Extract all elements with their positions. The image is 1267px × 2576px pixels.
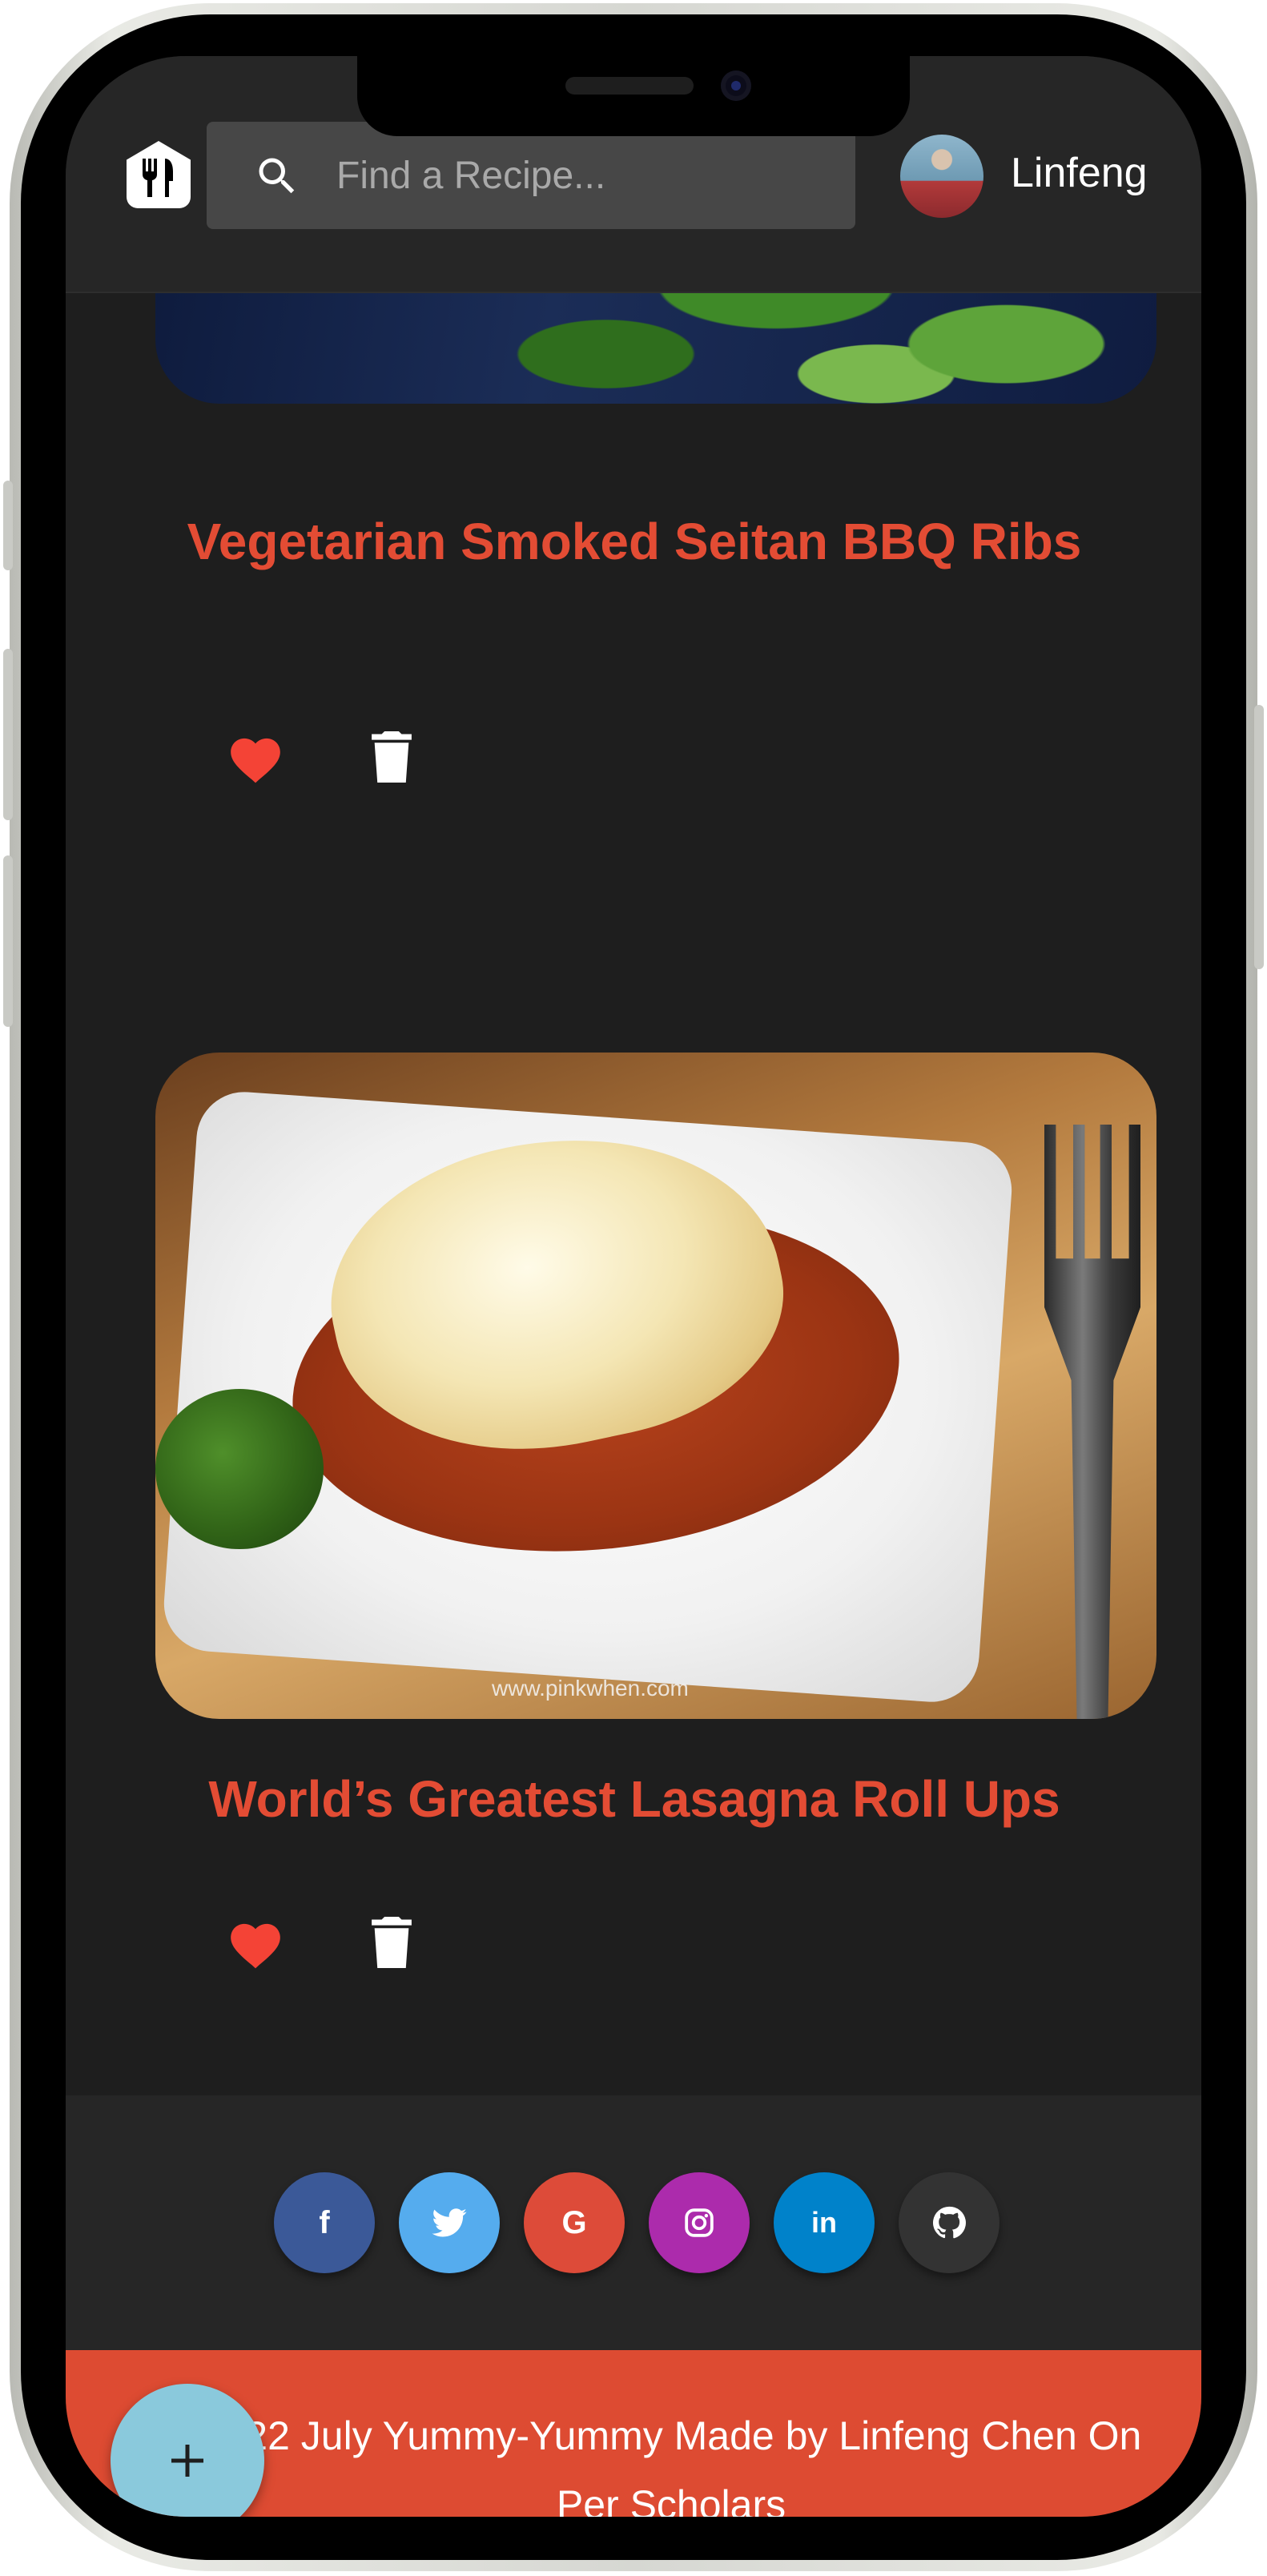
instagram-icon bbox=[685, 2208, 714, 2237]
linkedin-button[interactable]: in bbox=[774, 2172, 875, 2273]
google-button[interactable]: G bbox=[524, 2172, 625, 2273]
plus-icon bbox=[171, 2445, 203, 2477]
linkedin-icon: in bbox=[811, 2206, 837, 2239]
recipe-actions-1 bbox=[226, 731, 412, 783]
google-icon: G bbox=[561, 2204, 587, 2240]
footer-text: 2022 July Yummy-Yummy Made by Linfeng Ch… bbox=[200, 2413, 1142, 2517]
twitter-icon bbox=[432, 2208, 467, 2237]
heart-icon[interactable] bbox=[226, 731, 285, 783]
trash-icon[interactable] bbox=[372, 1917, 412, 1968]
heart-icon[interactable] bbox=[226, 1916, 285, 1969]
fork-graphic bbox=[1044, 1125, 1140, 1719]
facebook-icon: f bbox=[319, 2204, 330, 2240]
recipe-actions-2 bbox=[226, 1916, 412, 1969]
social-buttons: f G in bbox=[274, 2172, 1000, 2273]
phone-volume-up-button bbox=[3, 649, 13, 820]
github-button[interactable] bbox=[899, 2172, 1000, 2273]
image-watermark: www.pinkwhen.com bbox=[492, 1676, 689, 1701]
social-section: f G in bbox=[66, 2095, 1201, 2350]
recipe-image-2[interactable]: www.pinkwhen.com bbox=[155, 1053, 1156, 1719]
recipe-title-1[interactable]: Vegetarian Smoked Seitan BBQ Ribs bbox=[186, 506, 1083, 577]
phone-speaker bbox=[565, 77, 694, 95]
phone-notch bbox=[357, 56, 910, 136]
instagram-button[interactable] bbox=[649, 2172, 750, 2273]
home-logo-icon[interactable] bbox=[127, 141, 191, 208]
phone-power-button bbox=[1254, 705, 1264, 969]
facebook-button[interactable]: f bbox=[274, 2172, 375, 2273]
github-icon bbox=[932, 2206, 966, 2239]
search-input[interactable] bbox=[336, 146, 833, 205]
avatar[interactable] bbox=[900, 135, 983, 218]
trash-icon[interactable] bbox=[372, 731, 412, 783]
twitter-button[interactable] bbox=[399, 2172, 500, 2273]
parsley-graphic bbox=[155, 1389, 324, 1549]
phone-volume-down-button bbox=[3, 855, 13, 1027]
phone-camera bbox=[721, 70, 751, 101]
user-name[interactable]: Linfeng bbox=[1011, 149, 1148, 197]
search-icon bbox=[259, 158, 295, 194]
search-box[interactable] bbox=[207, 122, 855, 229]
recipe-title-2[interactable]: World’s Greatest Lasagna Roll Ups bbox=[186, 1764, 1083, 1834]
phone-side-button bbox=[3, 481, 13, 570]
phone-screen: Vegetarian Smoked Seitan BBQ Ribs www.pi… bbox=[66, 56, 1201, 2517]
